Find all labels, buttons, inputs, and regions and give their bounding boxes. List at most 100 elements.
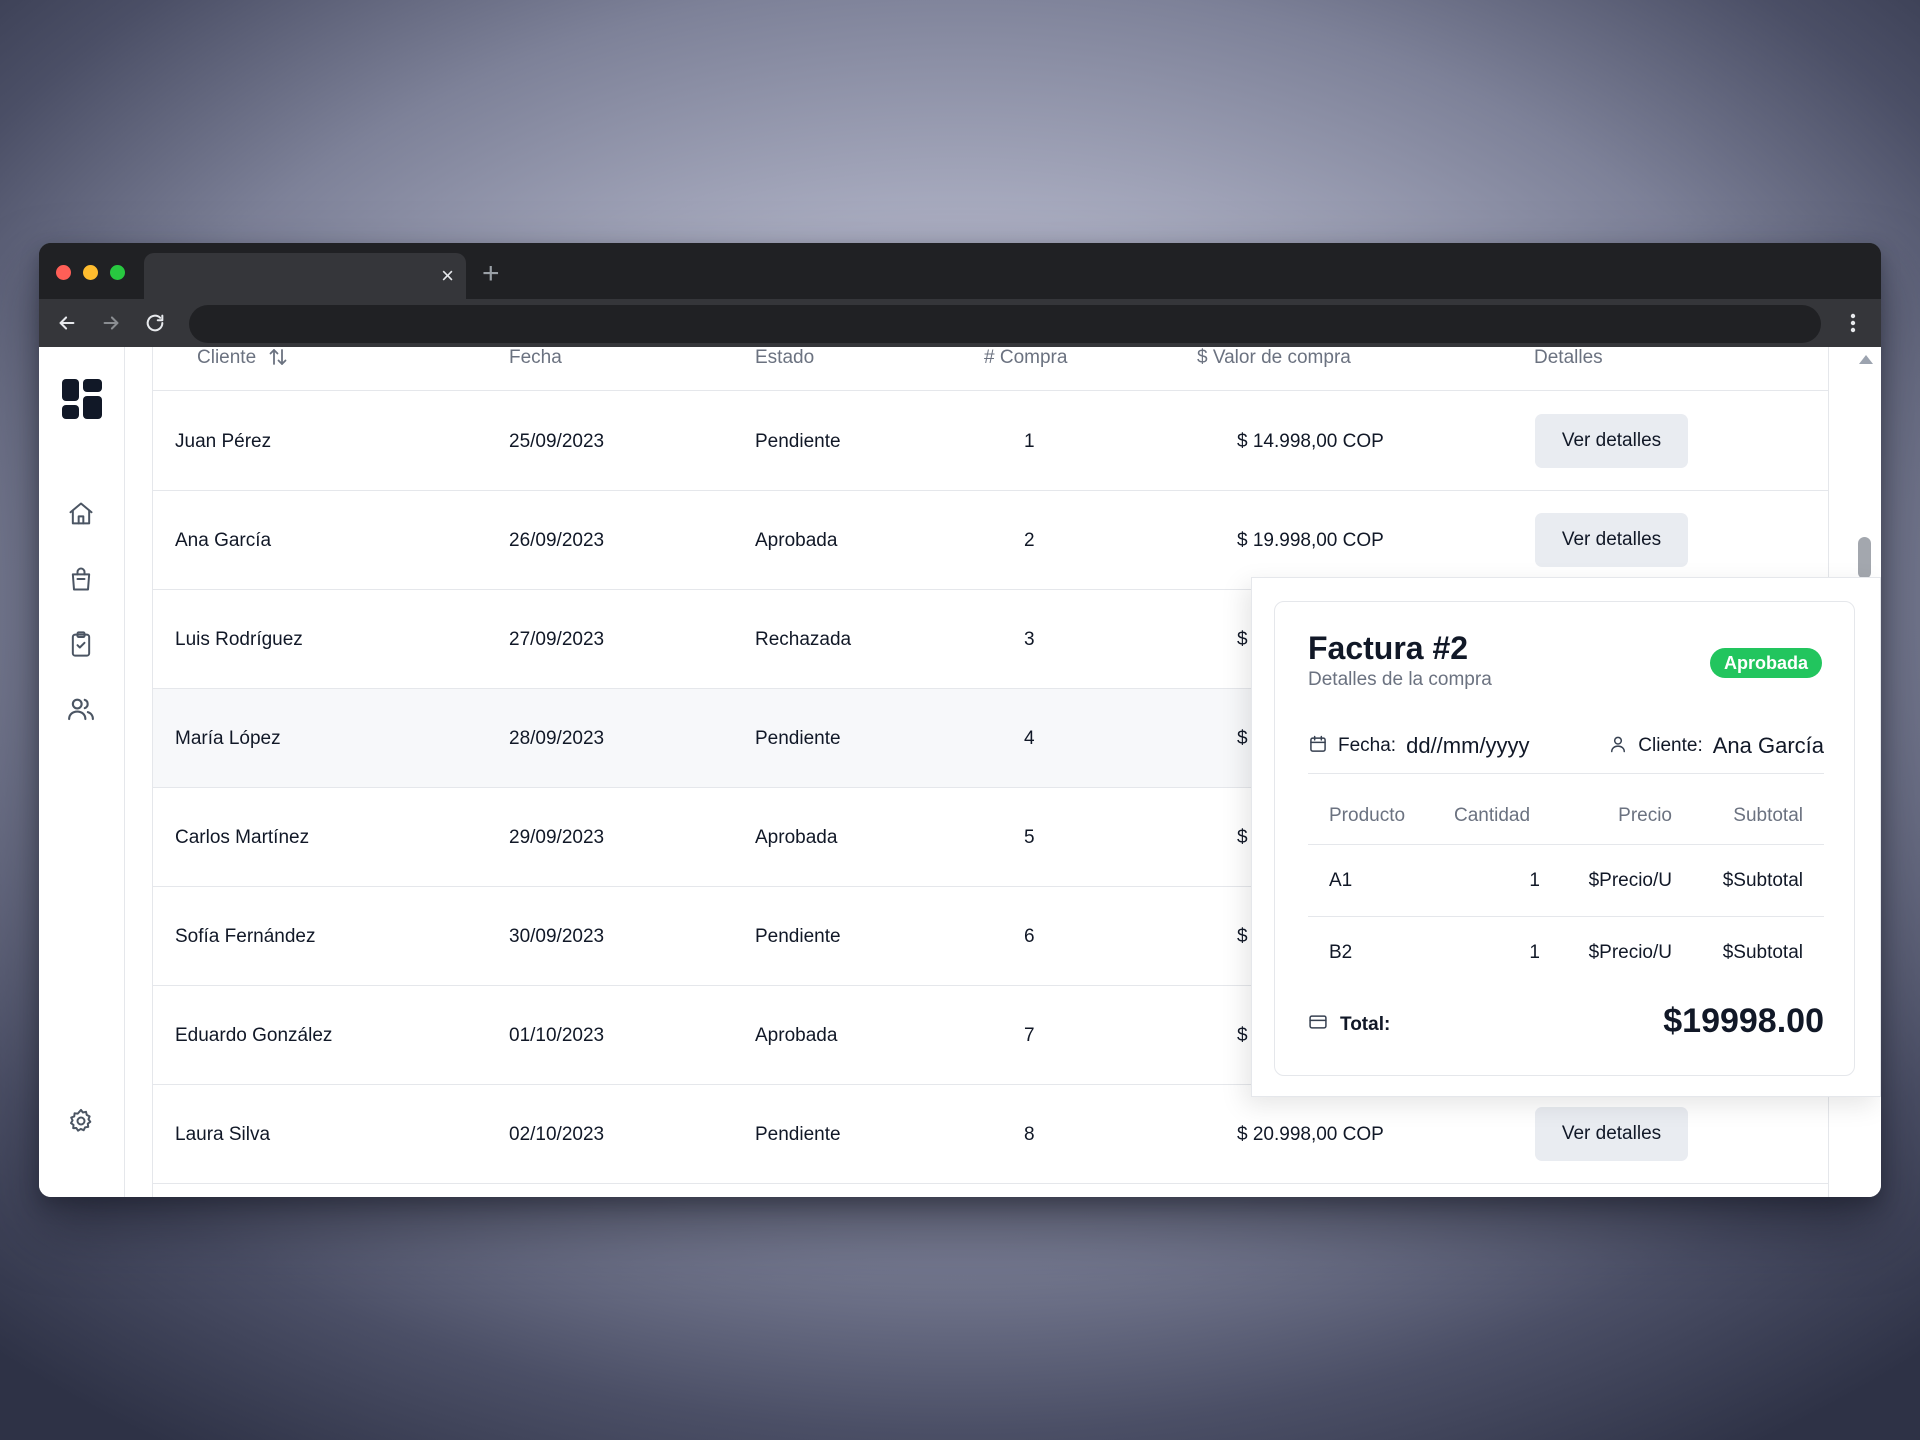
invoice-total: Total: $19998.00 — [1308, 1002, 1824, 1048]
minimize-window-button[interactable] — [83, 265, 98, 280]
header-precio: Precio — [1618, 805, 1672, 826]
browser-toolbar — [39, 299, 1881, 347]
browser-tab[interactable]: × — [144, 253, 466, 299]
cell-cliente: Ana García — [175, 530, 272, 551]
home-icon[interactable] — [64, 497, 98, 531]
cell-fecha: 28/09/2023 — [509, 728, 605, 749]
address-bar[interactable] — [189, 305, 1821, 343]
cell-cliente: Luis Rodríguez — [175, 629, 303, 650]
browser-window: × + Cliente Fecha Estado # Compra $ Valo… — [39, 243, 1881, 1197]
maximize-window-button[interactable] — [110, 265, 125, 280]
browser-titlebar: × + — [39, 243, 1881, 299]
cell-compra: 2 — [1024, 530, 1035, 551]
invoice-fecha: Fecha: dd//mm/yyyy — [1308, 730, 1530, 762]
dashboard-logo-icon[interactable] — [62, 379, 102, 419]
back-arrow-icon[interactable] — [51, 307, 83, 339]
ver-detalles-button[interactable]: Ver detalles — [1535, 513, 1688, 567]
shopping-bag-icon[interactable] — [64, 562, 98, 596]
cell-compra: 8 — [1024, 1124, 1035, 1145]
invoice-item-row: B2 1 $Precio/U $Subtotal — [1308, 917, 1824, 989]
table-row: Laura Silva 02/10/2023 Pendiente 8 $ 20.… — [153, 1085, 1828, 1184]
cell-cliente: Laura Silva — [175, 1124, 271, 1145]
cell-cliente: Eduardo González — [175, 1025, 333, 1046]
cliente-value: Ana García — [1712, 733, 1824, 758]
cell-compra: 3 — [1024, 629, 1035, 650]
cell-valor: $ 19.998,00 COP — [1237, 530, 1384, 551]
cell-estado: Pendiente — [755, 728, 841, 749]
invoice-item-row: A1 1 $Precio/U $Subtotal — [1308, 845, 1824, 917]
cell-cliente: Carlos Martínez — [175, 827, 310, 848]
item-cantidad: 1 — [1529, 942, 1540, 963]
cell-fecha: 30/09/2023 — [509, 926, 605, 947]
total-value: $19998.00 — [1663, 1002, 1824, 1040]
cell-estado: Aprobada — [755, 1025, 838, 1046]
cell-cliente: Sofía Fernández — [175, 926, 316, 947]
cell-estado: Pendiente — [755, 926, 841, 947]
close-window-button[interactable] — [56, 265, 71, 280]
header-subtotal: Subtotal — [1733, 805, 1803, 826]
total-label: Total: — [1340, 1014, 1391, 1035]
credit-card-icon — [1308, 1012, 1328, 1038]
table-row: Juan Pérez 25/09/2023 Pendiente 1 $ 14.9… — [153, 392, 1828, 491]
ver-detalles-button[interactable]: Ver detalles — [1535, 414, 1688, 468]
item-producto: A1 — [1329, 870, 1353, 891]
cell-valor: $ 20.998,00 COP — [1237, 1124, 1384, 1145]
cell-cliente: María López — [175, 728, 281, 749]
total-label-group: Total: — [1308, 1012, 1390, 1038]
column-header-cliente[interactable]: Cliente — [197, 347, 288, 391]
ver-detalles-button[interactable]: Ver detalles — [1535, 1107, 1688, 1161]
cell-estado: Pendiente — [755, 431, 841, 452]
cell-fecha: 25/09/2023 — [509, 431, 605, 452]
item-producto: B2 — [1329, 942, 1353, 963]
cliente-label: Cliente: — [1638, 735, 1703, 756]
cell-compra: 7 — [1024, 1025, 1035, 1046]
cell-compra: 4 — [1024, 728, 1035, 749]
cell-estado: Pendiente — [755, 1124, 841, 1145]
table-header: Cliente Fecha Estado # Compra $ Valor de… — [153, 347, 1828, 391]
sidebar — [39, 347, 125, 1197]
clipboard-check-icon[interactable] — [64, 627, 98, 661]
cell-valor: $ 14.998,00 COP — [1237, 431, 1384, 452]
new-tab-button[interactable]: + — [482, 257, 500, 291]
users-icon[interactable] — [64, 692, 98, 726]
item-subtotal: $Subtotal — [1722, 870, 1803, 891]
cell-fecha: 26/09/2023 — [509, 530, 605, 551]
cell-compra: 1 — [1024, 431, 1035, 452]
cell-compra: 5 — [1024, 827, 1035, 848]
fecha-label: Fecha: — [1338, 735, 1397, 756]
cell-estado: Rechazada — [755, 629, 852, 650]
invoice-items-header: Producto Cantidad Precio Subtotal — [1308, 787, 1824, 845]
cell-estado: Aprobada — [755, 827, 838, 848]
column-header-estado: Estado — [755, 347, 815, 368]
item-subtotal: $Subtotal — [1722, 942, 1803, 963]
header-producto: Producto — [1329, 805, 1406, 826]
table-row: Ana García 26/09/2023 Aprobada 2 $ 19.99… — [153, 491, 1828, 590]
invoice-cliente: Cliente: Ana García — [1608, 730, 1824, 762]
invoice-subtitle: Detalles de la compra — [1308, 669, 1492, 690]
cell-fecha: 29/09/2023 — [509, 827, 605, 848]
item-precio: $Precio/U — [1588, 942, 1672, 963]
scroll-up-icon[interactable] — [1859, 355, 1873, 364]
item-cantidad: 1 — [1529, 870, 1540, 891]
column-header-fecha: Fecha — [509, 347, 562, 368]
column-header-label: Cliente — [197, 347, 257, 368]
header-cantidad: Cantidad — [1454, 805, 1531, 826]
column-header-valor: $ Valor de compra — [1197, 347, 1351, 368]
tab-close-icon[interactable]: × — [441, 262, 454, 290]
invoice-popover: Factura #2 Detalles de la compra Aprobad… — [1251, 577, 1881, 1097]
reload-icon[interactable] — [139, 307, 171, 339]
fecha-value: dd//mm/yyyy — [1406, 733, 1530, 758]
gear-icon[interactable] — [64, 1104, 98, 1138]
cell-cliente: Juan Pérez — [175, 431, 272, 452]
cell-fecha: 01/10/2023 — [509, 1025, 605, 1046]
forward-arrow-icon[interactable] — [95, 307, 127, 339]
cell-compra: 6 — [1024, 926, 1035, 947]
scrollbar-thumb[interactable] — [1858, 537, 1871, 579]
user-icon — [1608, 734, 1628, 759]
item-precio: $Precio/U — [1588, 870, 1672, 891]
browser-menu-icon[interactable] — [1843, 307, 1863, 339]
invoice-meta: Fecha: dd//mm/yyyy Cliente: Ana García — [1308, 730, 1824, 774]
sort-icon[interactable] — [268, 347, 288, 367]
status-badge: Aprobada — [1709, 648, 1822, 678]
cell-fecha: 27/09/2023 — [509, 629, 605, 650]
